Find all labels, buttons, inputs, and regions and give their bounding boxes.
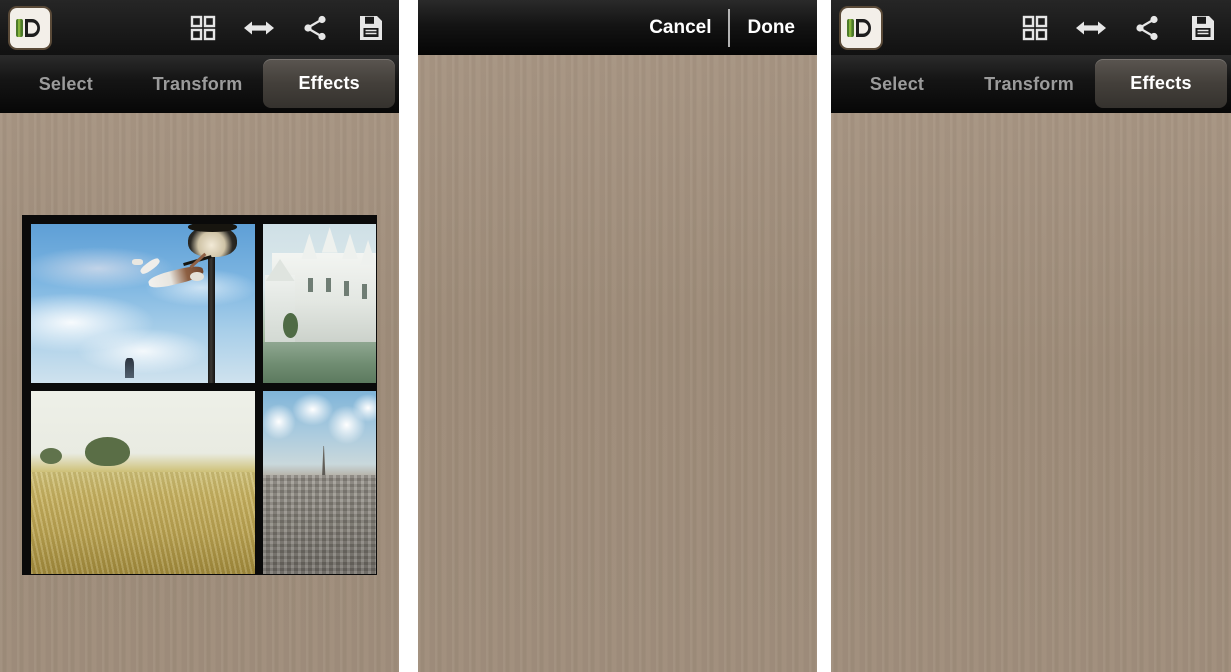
photo-paris-skyline[interactable] [263,391,376,574]
bar-divider [727,8,730,47]
resize-horizontal-icon[interactable] [1063,0,1119,55]
tab-transform[interactable]: Transform [132,55,264,113]
lamppost-pole [208,239,216,383]
chateau-spire [342,233,358,259]
share-icon[interactable] [1119,0,1175,55]
tab-select[interactable]: Select [0,55,132,113]
chateau-window [308,278,313,293]
phone-panel-1: Select Transform Effects [0,0,399,672]
tab-bar-1: Select Transform Effects [0,55,399,113]
cancel-button[interactable]: Cancel [633,17,727,39]
save-icon[interactable] [343,0,399,55]
photo-wheat-field[interactable] [31,391,256,574]
app-logo[interactable] [841,7,881,48]
chateau-window [326,278,331,293]
tab-effects[interactable]: Effects [1095,59,1227,108]
tab-transform[interactable]: Transform [963,55,1095,113]
photo-white-chateau[interactable] [263,224,376,384]
grid-layout-icon[interactable] [175,0,231,55]
tab-effects[interactable]: Effects [263,59,396,108]
editor-canvas-3[interactable] [831,113,1231,672]
photo-acrobat-lamppost[interactable] [31,224,256,384]
resize-horizontal-icon[interactable] [231,0,287,55]
chateau-window [344,281,349,296]
acrobat-head [190,271,204,282]
done-button[interactable]: Done [730,17,818,39]
photo-wheat-image [31,391,256,574]
share-icon[interactable] [287,0,343,55]
cancel-done-bar: Cancel Done [418,0,817,55]
wheat-field-shrub [39,447,63,465]
phone-panel-3: Select Transform Effects [831,0,1231,672]
phone-panel-2: Cancel Done [418,0,817,672]
app-logo[interactable] [10,7,50,48]
collage-four-photo[interactable] [22,215,377,575]
screenshot-stage: Select Transform Effects Cancel Done Sel… [0,0,1231,672]
wheat-field-tree [84,436,130,467]
wheat-stalks [31,471,256,574]
action-bar-1 [0,0,399,56]
photo-chateau-image [263,224,376,384]
photo-acrobat-image [31,224,256,384]
tab-bar-3: Select Transform Effects [831,55,1231,113]
action-bar-3 [831,0,1231,56]
acrobat-shoe [131,258,144,266]
save-icon[interactable] [1175,0,1231,55]
chateau-window [362,284,367,299]
tab-select[interactable]: Select [831,55,963,113]
paris-clouds [263,391,376,468]
photo-paris-image [263,391,376,574]
chateau-spire [301,233,318,259]
distant-figure [125,357,135,379]
chateau-water [263,341,376,384]
editor-canvas-2[interactable] [418,55,817,672]
chateau-spire [321,227,338,253]
grid-layout-icon[interactable] [1007,0,1063,55]
paris-rooftops [263,475,376,574]
